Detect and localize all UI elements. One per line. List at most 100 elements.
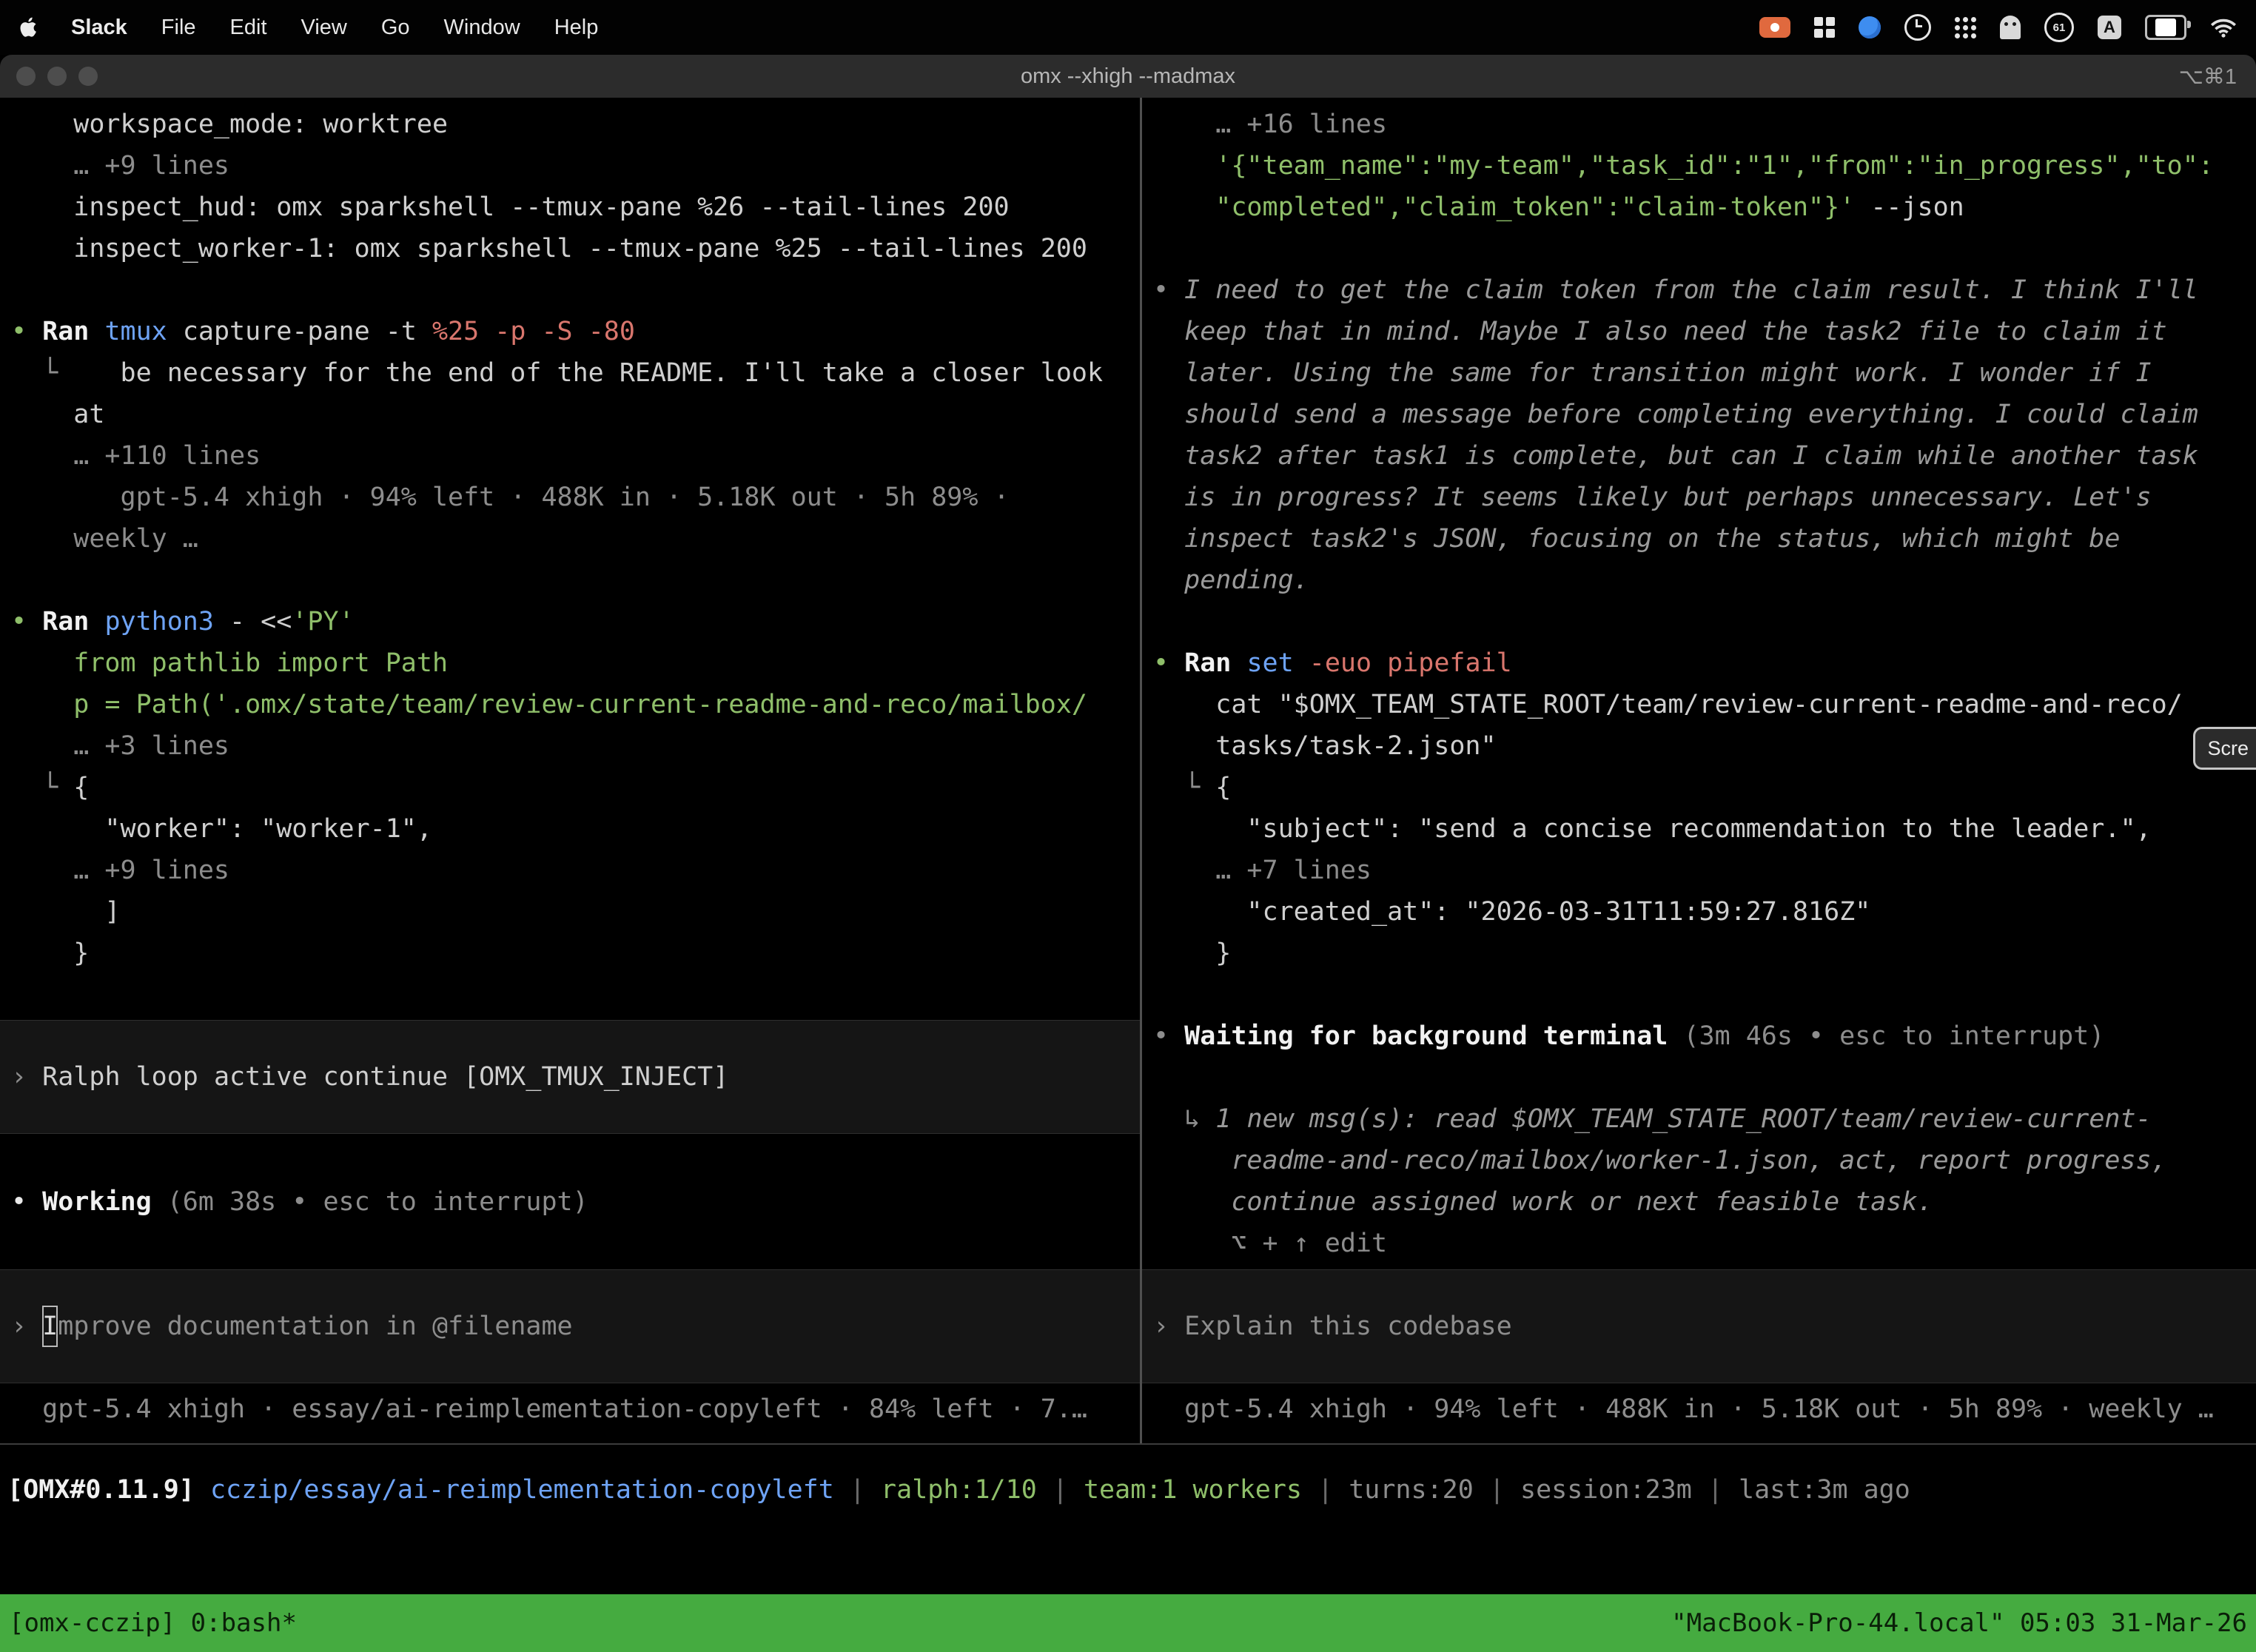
- terminal-text-segment: keep that in mind. Maybe I also need the…: [1153, 317, 2167, 346]
- terminal-text-segment: "created_at": "2026-03-31T11:59:27.816Z": [1153, 897, 1870, 927]
- terminal-text-segment: ]: [11, 897, 121, 927]
- terminal-text-segment: … +16 lines: [1153, 110, 1387, 139]
- menu-item-window[interactable]: Window: [444, 16, 520, 40]
- terminal-text-segment: p = Path('.omx/state/team/review-current…: [11, 690, 1087, 719]
- terminal-line: └ {: [11, 767, 1140, 808]
- terminal-text-segment: {: [73, 773, 89, 802]
- battery-icon[interactable]: [2145, 15, 2186, 40]
- terminal-line: ]: [11, 891, 1140, 933]
- zoom-button[interactable]: [78, 67, 98, 86]
- icon-part: [1955, 17, 1960, 22]
- menu-bar-status-icons: 61 A: [1759, 13, 2237, 42]
- terminal-text-segment: ›: [11, 1306, 42, 1347]
- terminal-text-segment: %25: [432, 317, 494, 346]
- terminal-text-segment: weekly …: [11, 524, 198, 554]
- ghost-app-icon[interactable]: [2000, 16, 2021, 39]
- text-cursor: I: [42, 1306, 58, 1347]
- terminal-pane-right[interactable]: … +16 lines '{"team_name":"my-team","tas…: [1142, 98, 2256, 1443]
- terminal-text-segment: readme-and-reco/mailbox/worker-1.json, a…: [1153, 1146, 2167, 1175]
- terminal-line: task2 after task1 is complete, but can I…: [1153, 435, 2256, 477]
- terminal-text-segment: ›: [11, 1056, 42, 1098]
- terminal-line: later. Using the same for transition mig…: [1153, 352, 2256, 394]
- terminal-text-segment: Ran: [42, 607, 104, 637]
- terminal-text-segment: }: [1153, 939, 1231, 968]
- input-source-icon[interactable]: A: [2098, 16, 2121, 39]
- menu-item-go[interactable]: Go: [381, 16, 410, 40]
- terminal-line: '{"team_name":"my-team","task_id":"1","f…: [1153, 145, 2256, 187]
- status-segment: |: [1474, 1475, 1520, 1505]
- terminal-text-segment: inspect_hud: omx sparkshell --tmux-pane …: [11, 192, 1010, 222]
- terminal-pane-left[interactable]: workspace_mode: worktree … +9 lines insp…: [0, 98, 1140, 1443]
- terminal-line: … +7 lines: [1153, 850, 2256, 891]
- terminal-line: • Ran python3 - <<'PY': [11, 601, 1140, 642]
- terminal-line: }: [1153, 933, 2256, 974]
- terminal-line: "completed","claim_token":"claim-token"}…: [1153, 187, 2256, 228]
- terminal-line: • Waiting for background terminal (3m 46…: [1153, 1015, 2256, 1057]
- terminal-text-segment: Working: [42, 1187, 167, 1217]
- screenshot-popup[interactable]: Scre: [2193, 727, 2256, 770]
- terminal-line: gpt-5.4 xhigh · 94% left · 488K in · 5.1…: [11, 477, 1140, 518]
- menu-item-file[interactable]: File: [161, 16, 196, 40]
- terminal-text-segment: … +3 lines: [11, 731, 229, 761]
- terminal-line: … +16 lines: [1153, 104, 2256, 145]
- status-segment: ralph:1/10: [881, 1475, 1037, 1505]
- terminal-text-segment: ⌥ + ↑ edit: [1153, 1229, 1387, 1258]
- terminal-text-segment: mprove documentation in @filename: [58, 1306, 572, 1347]
- menu-item-help[interactable]: Help: [554, 16, 599, 40]
- status-segment: turns:20: [1349, 1475, 1474, 1505]
- status-segment: [195, 1475, 210, 1505]
- terminal-line: • Working (6m 38s • esc to interrupt): [11, 1181, 1140, 1223]
- terminal-line: ⌥ + ↑ edit: [1153, 1223, 2256, 1264]
- terminal-text-segment: --json: [1870, 192, 1964, 222]
- terminal-text-segment: └: [11, 773, 73, 802]
- terminal-text-segment: Ran: [42, 317, 104, 346]
- screenshot-popup-label: Scre: [2207, 737, 2249, 760]
- terminal-text-segment: cat "$OMX_TEAM_STATE_ROOT/team/review-cu…: [1153, 690, 2183, 719]
- close-button[interactable]: [16, 67, 36, 86]
- status-segment: |: [834, 1475, 881, 1505]
- menu-app-name[interactable]: Slack: [71, 16, 127, 40]
- terminal-text-segment: └: [11, 358, 121, 388]
- terminal-text-segment: •: [11, 607, 42, 637]
- prompt-input-band[interactable]: › Improve documentation in @filename: [0, 1269, 1140, 1383]
- apple-menu-icon[interactable]: [19, 16, 37, 38]
- menu-bar-left: Slack File Edit View Go Window Help: [19, 16, 598, 40]
- terminal-line: weekly …: [11, 518, 1140, 560]
- window-grid-icon[interactable]: [1814, 17, 1835, 38]
- wifi-icon[interactable]: [2210, 17, 2237, 38]
- terminal-text-segment: •: [1153, 648, 1184, 678]
- status-segment: [OMX#0.11.9]: [7, 1475, 195, 1505]
- terminal-text-segment: … +110 lines: [11, 441, 261, 471]
- terminal-text-segment: … +9 lines: [11, 151, 229, 181]
- terminal-text-segment: Waiting for background terminal: [1184, 1021, 1683, 1051]
- icon-part: [1971, 33, 1976, 38]
- menu-item-edit[interactable]: Edit: [230, 16, 267, 40]
- menu-bar: Slack File Edit View Go Window Help 61 A: [0, 0, 2256, 55]
- blue-app-icon[interactable]: [1859, 16, 1881, 38]
- clock-icon[interactable]: [1904, 14, 1931, 41]
- terminal-text-segment: inspect_worker-1: omx sparkshell --tmux-…: [11, 234, 1087, 263]
- prompt-input-band[interactable]: › Explain this codebase: [1142, 1269, 2256, 1383]
- terminal-text-segment: gpt-5.4 xhigh · 94% left · 488K in · 5.1…: [11, 483, 1010, 512]
- terminal-text-segment: '{"team_name":"my-team","task_id":"1","f…: [1153, 151, 2214, 181]
- terminal-text-segment: from pathlib import Path: [11, 648, 448, 678]
- terminal-line: … +110 lines: [11, 435, 1140, 477]
- dots-grid-icon[interactable]: [1955, 17, 1976, 38]
- menu-item-view[interactable]: View: [301, 16, 347, 40]
- terminal-text-segment: (3m 46s • esc to interrupt): [1683, 1021, 2104, 1051]
- terminal-text-segment: "subject": "send a concise recommendatio…: [1153, 814, 2152, 844]
- terminal-line: workspace_mode: worktree: [11, 104, 1140, 145]
- terminal-text-segment: … +7 lines: [1153, 856, 1372, 885]
- terminal-line: "worker": "worker-1",: [11, 808, 1140, 850]
- terminal-line: "created_at": "2026-03-31T11:59:27.816Z": [1153, 891, 2256, 933]
- percent-badge-icon[interactable]: 61: [2044, 13, 2074, 42]
- icon-part: [1955, 33, 1960, 38]
- terminal-text-segment: python3: [104, 607, 229, 637]
- terminal-text-segment: 1 new msg(s): read $OMX_TEAM_STATE_ROOT/…: [1215, 1104, 2151, 1134]
- terminal-line: at: [11, 394, 1140, 435]
- terminal-text-segment: tasks/task-2.json": [1153, 731, 1497, 761]
- minimize-button[interactable]: [47, 67, 67, 86]
- terminal-text-segment: {: [1215, 773, 1231, 802]
- terminal-text-segment: "worker": "worker-1",: [11, 814, 432, 844]
- screen-recording-indicator[interactable]: [1759, 17, 1790, 38]
